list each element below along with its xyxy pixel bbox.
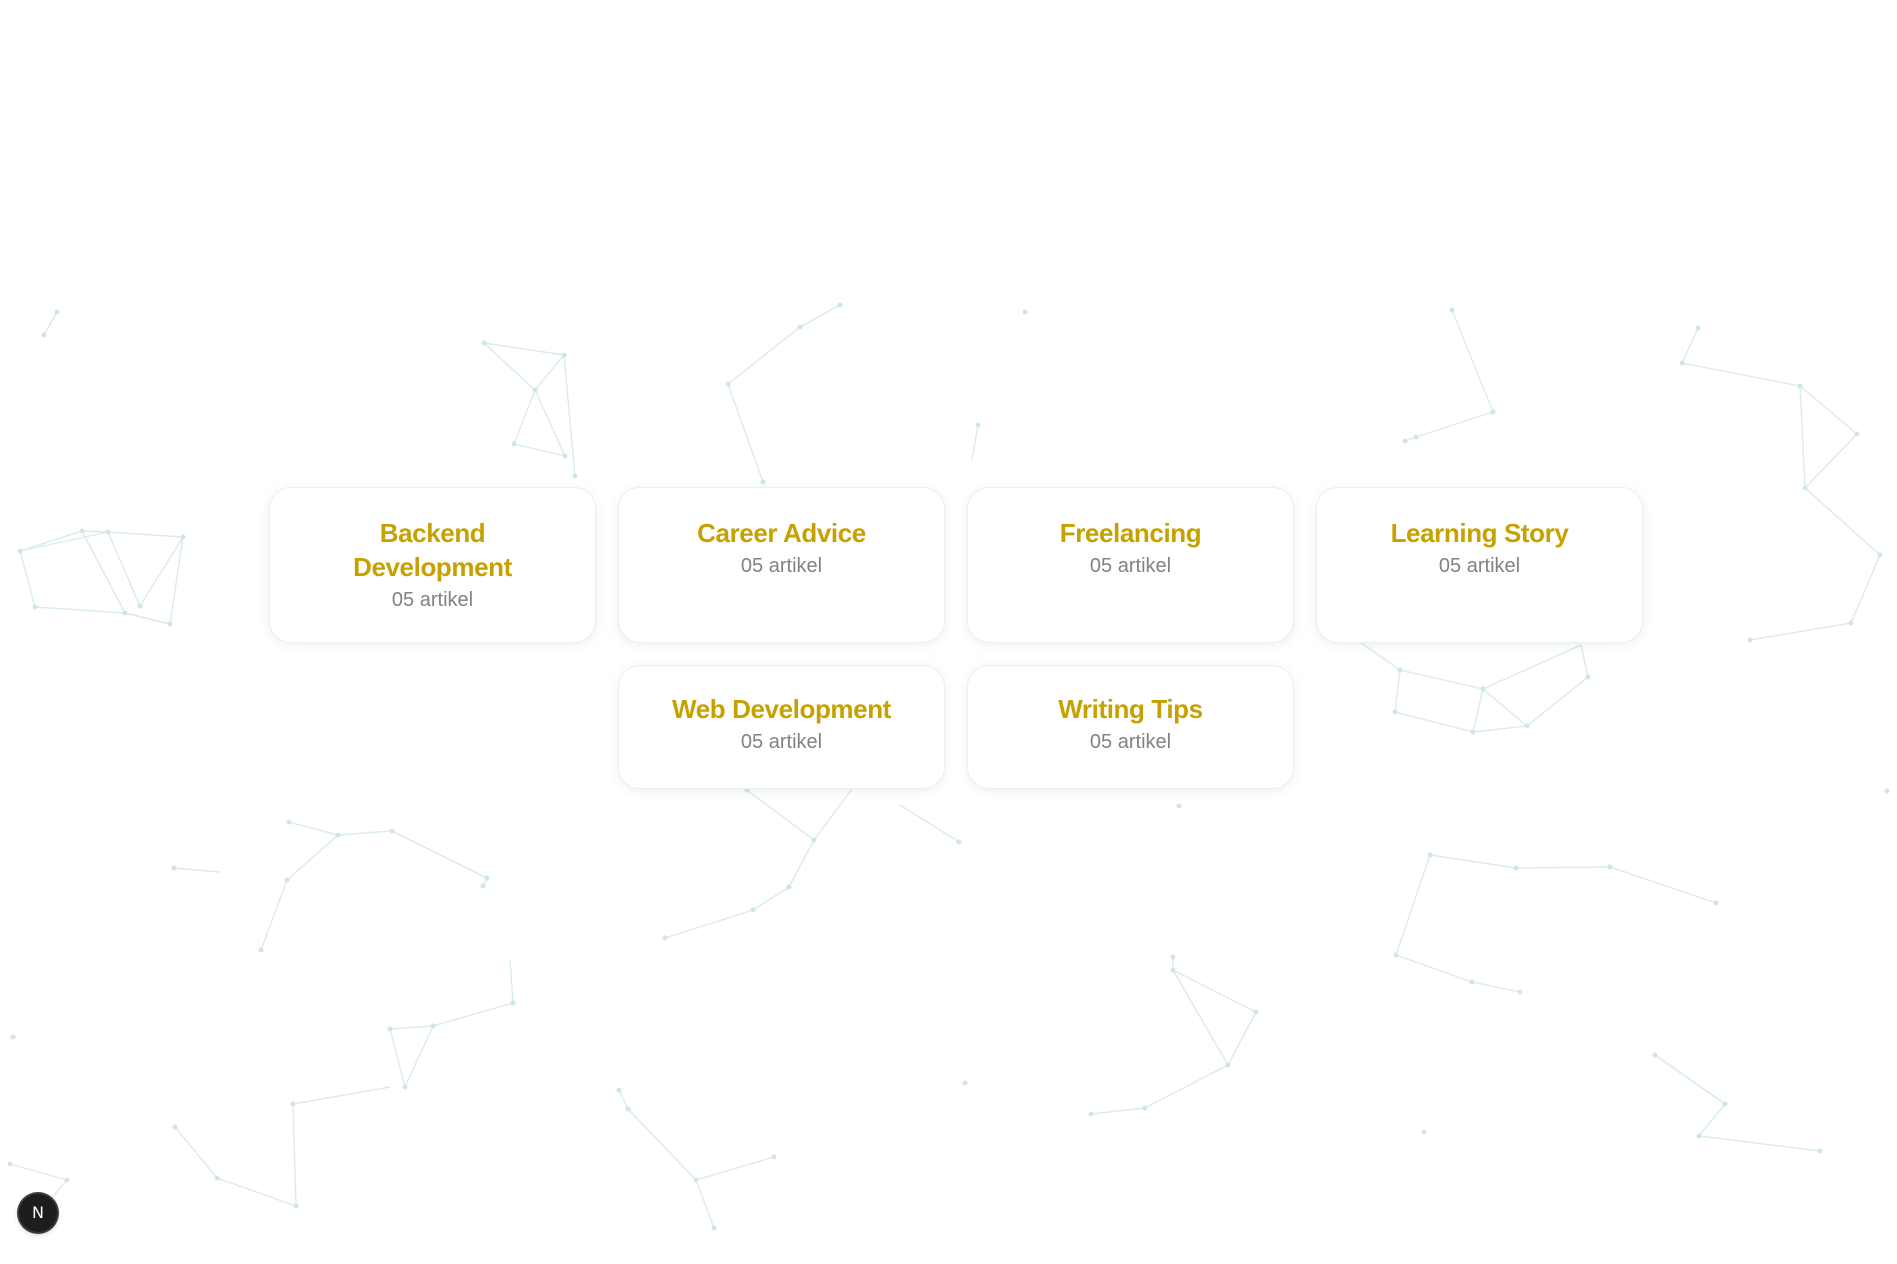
category-title: Career Advice xyxy=(697,518,866,548)
category-article-count: 05 artikel xyxy=(1089,555,1172,577)
category-title: Web Development xyxy=(672,694,891,724)
category-article-count: 05 artikel xyxy=(740,555,823,577)
category-card-career-advice[interactable]: Career Advice 05 artikel xyxy=(618,487,945,643)
category-card-learning-story[interactable]: Learning Story 05 artikel xyxy=(1316,487,1643,643)
category-card-web-development[interactable]: Web Development 05 artikel xyxy=(618,665,945,789)
category-title: Freelancing xyxy=(1059,518,1202,548)
category-card-backend-development[interactable]: Backend Development 05 artikel xyxy=(269,487,596,643)
page: Backend Development 05 artikel Career Ad… xyxy=(0,0,1897,1264)
category-article-count: 05 artikel xyxy=(1089,731,1172,753)
next-dev-indicator-button[interactable]: N xyxy=(19,1194,57,1232)
category-title: Writing Tips xyxy=(1058,694,1203,724)
category-article-count: 05 artikel xyxy=(740,731,823,753)
category-title: Backend Development xyxy=(353,518,512,582)
category-card-freelancing[interactable]: Freelancing 05 artikel xyxy=(967,487,1294,643)
category-article-count: 05 artikel xyxy=(1438,555,1521,577)
category-article-count: 05 artikel xyxy=(391,589,474,611)
category-title: Learning Story xyxy=(1390,518,1569,548)
next-logo-icon: N xyxy=(32,1203,44,1222)
category-card-writing-tips[interactable]: Writing Tips 05 artikel xyxy=(967,665,1294,789)
